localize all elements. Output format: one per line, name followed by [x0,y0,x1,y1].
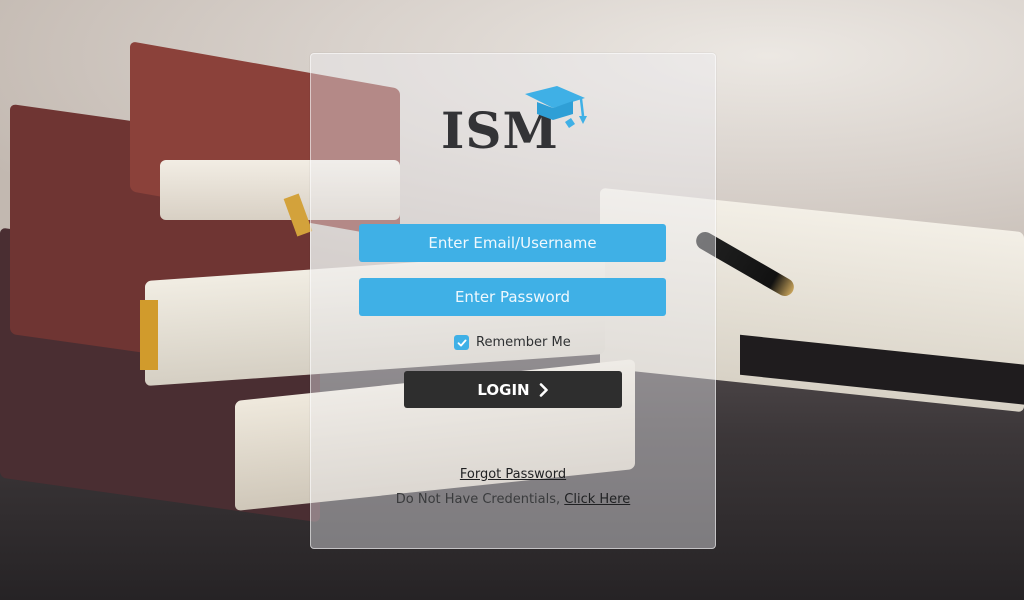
check-icon [457,339,466,346]
no-credentials-row: Do Not Have Credentials, Click Here [311,492,715,507]
login-button[interactable]: LOGIN [404,371,622,408]
no-credentials-text: Do Not Have Credentials, [395,492,565,507]
chevron-right-icon [539,382,548,397]
remember-me-checkbox[interactable] [454,335,469,350]
forgot-password-link[interactable]: Forgot Password [460,467,566,482]
click-here-link[interactable]: Click Here [564,492,630,507]
forgot-password-row: Forgot Password [311,467,715,482]
graduation-cap-icon [525,86,587,128]
ism-logo: ISM [441,84,591,164]
bookmark-ribbon [140,300,158,370]
login-panel: ISM Remember Me LOGIN Forgot Password Do… [310,53,716,549]
email-input[interactable] [359,224,666,262]
remember-me-label: Remember Me [476,335,571,350]
password-input[interactable] [359,278,666,316]
login-button-label: LOGIN [477,380,530,399]
remember-me[interactable]: Remember Me [454,335,571,350]
